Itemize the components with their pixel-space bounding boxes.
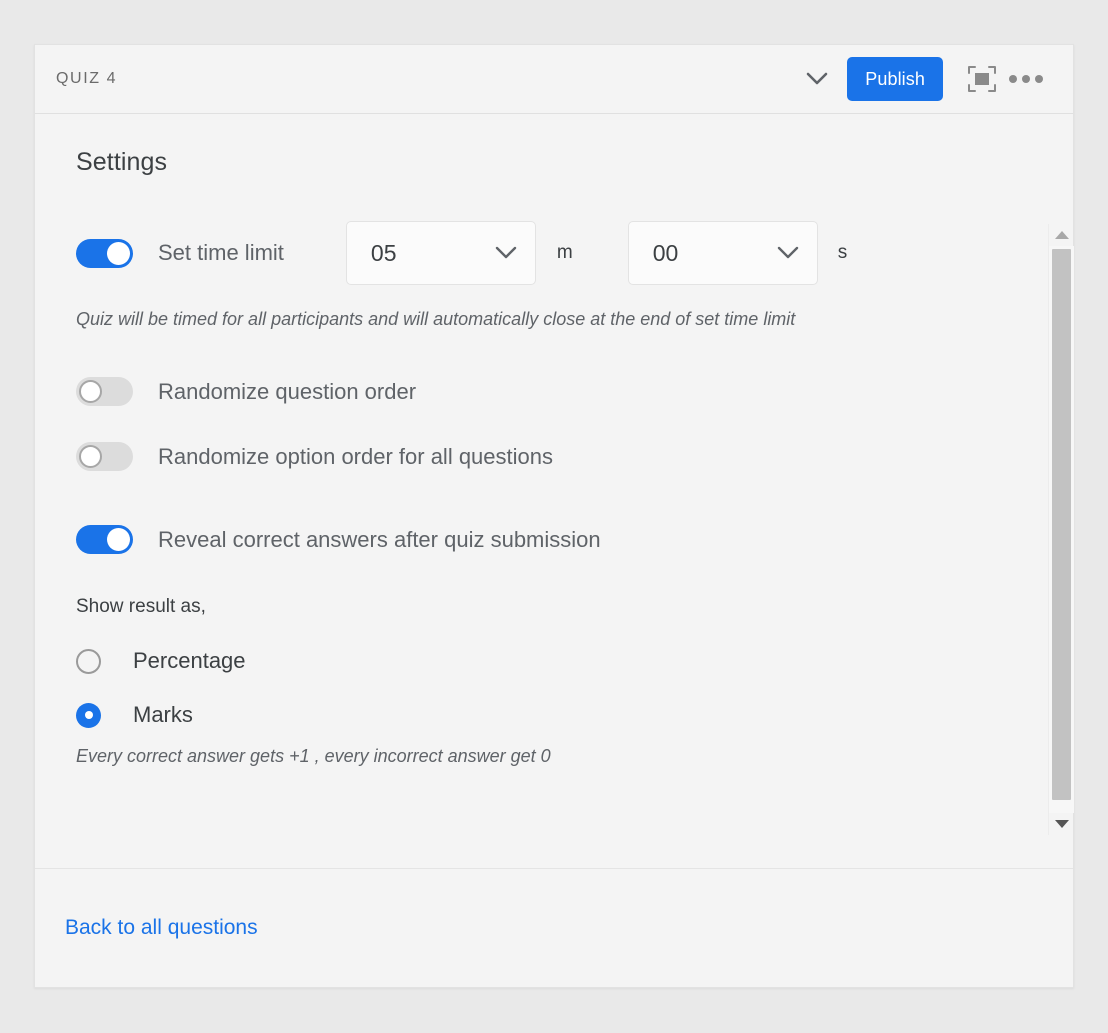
result-option-percentage-row[interactable]: Percentage (76, 648, 1041, 674)
fullscreen-expand-icon[interactable] (963, 60, 1001, 98)
chevron-down-icon[interactable] (800, 62, 834, 96)
seconds-value: 00 (653, 240, 777, 267)
publish-button[interactable]: Publish (847, 57, 943, 101)
seconds-select[interactable]: 00 (628, 221, 818, 285)
back-to-all-questions-link[interactable]: Back to all questions (65, 916, 258, 940)
toggle-knob (79, 380, 102, 403)
time-limit-controls: 05 m 00 s (346, 221, 847, 285)
toggle-knob (107, 528, 130, 551)
vertical-scrollbar[interactable] (1048, 224, 1073, 835)
more-options-icon[interactable] (1007, 60, 1045, 98)
randomize-question-order-toggle[interactable] (76, 377, 133, 406)
page-title: QUIZ 4 (56, 70, 117, 88)
toggle-knob (107, 242, 130, 265)
randomize-option-order-row: Randomize option order for all questions (76, 442, 1041, 471)
scroll-up-arrow-icon[interactable] (1049, 224, 1074, 246)
marks-hint: Every correct answer gets +1 , every inc… (76, 746, 1041, 767)
reveal-answers-label: Reveal correct answers after quiz submis… (158, 527, 601, 553)
seconds-unit-label: s (838, 242, 848, 264)
card-header: QUIZ 4 Publish (35, 45, 1073, 114)
time-limit-hint: Quiz will be timed for all participants … (76, 309, 1041, 330)
scrollbar-thumb[interactable] (1052, 249, 1071, 800)
chevron-down-icon (495, 246, 517, 260)
radio-percentage-label: Percentage (133, 648, 246, 674)
app-root: QUIZ 4 Publish (0, 0, 1108, 1033)
minutes-value: 05 (371, 240, 495, 267)
scroll-down-arrow-icon[interactable] (1049, 813, 1074, 835)
spacer (76, 554, 1041, 596)
arrow-up (1055, 231, 1069, 239)
show-result-as-label: Show result as, (76, 596, 1041, 618)
reveal-answers-toggle[interactable] (76, 525, 133, 554)
card-body: Settings Set time limit 05 (35, 114, 1073, 868)
randomize-question-order-label: Randomize question order (158, 379, 416, 405)
card-footer: Back to all questions (35, 868, 1073, 987)
spacer (76, 618, 1041, 648)
radio-percentage[interactable] (76, 649, 101, 674)
toggle-knob (79, 445, 102, 468)
set-time-limit-label: Set time limit (158, 240, 284, 266)
randomize-option-order-toggle[interactable] (76, 442, 133, 471)
randomize-question-order-row: Randomize question order (76, 377, 1041, 406)
minutes-select[interactable]: 05 (346, 221, 536, 285)
radio-marks-label: Marks (133, 702, 193, 728)
dot (1009, 75, 1017, 83)
dot (1035, 75, 1043, 83)
spacer (76, 674, 1041, 702)
settings-scroll-area: Settings Set time limit 05 (35, 114, 1041, 868)
reveal-answers-row: Reveal correct answers after quiz submis… (76, 525, 1041, 554)
chevron-down-icon (777, 246, 799, 260)
set-time-limit-toggle[interactable] (76, 239, 133, 268)
arrow-down (1055, 820, 1069, 828)
radio-marks[interactable] (76, 703, 101, 728)
quiz-settings-card: QUIZ 4 Publish (34, 44, 1074, 988)
dot (1022, 75, 1030, 83)
section-title: Settings (76, 148, 1041, 177)
randomize-option-order-label: Randomize option order for all questions (158, 444, 553, 470)
result-option-marks-row[interactable]: Marks (76, 702, 1041, 728)
set-time-limit-row: Set time limit 05 m 00 (76, 221, 1041, 285)
minutes-unit-label: m (557, 242, 573, 264)
more-options-dots (1009, 75, 1043, 83)
spacer (76, 406, 1041, 442)
spacer (76, 471, 1041, 525)
spacer (76, 330, 1041, 377)
